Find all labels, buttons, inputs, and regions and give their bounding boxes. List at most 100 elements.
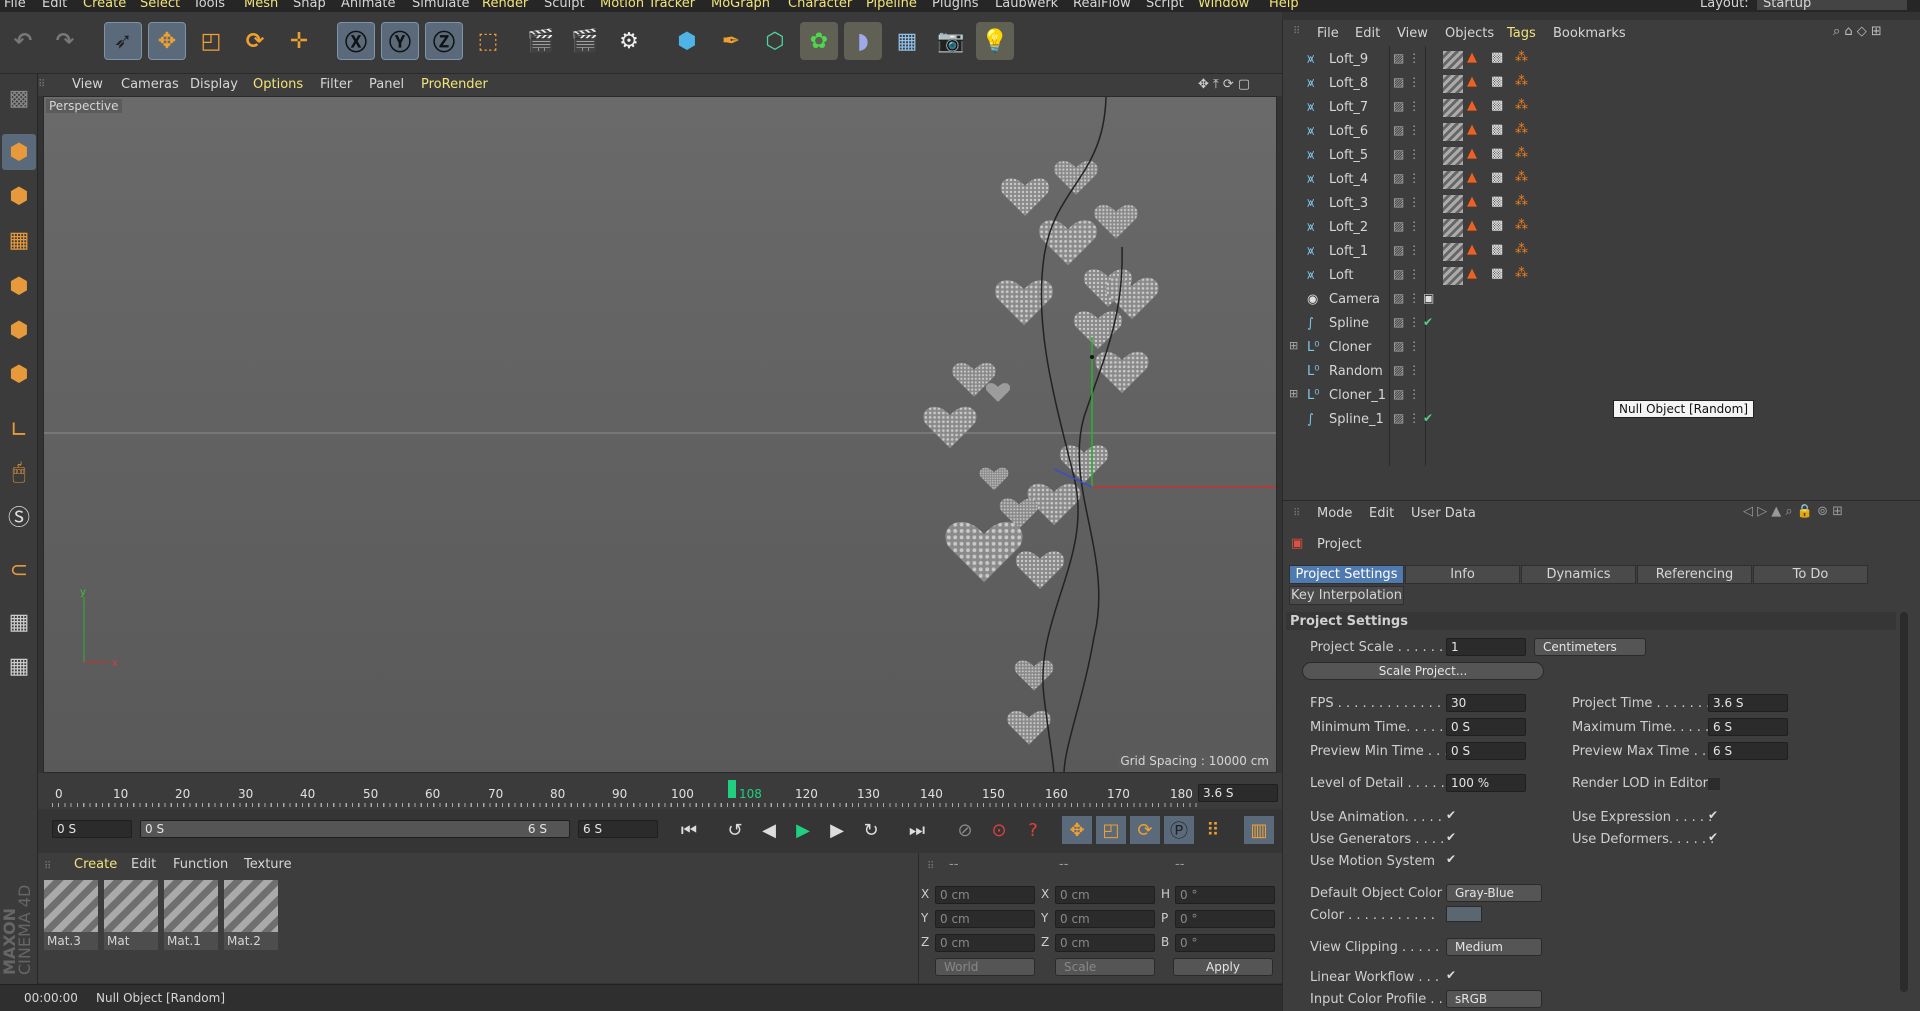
timeline-window-icon[interactable]: ▥	[1244, 816, 1274, 844]
object-row[interactable]: L⁰ Random ▨ ⋮	[1283, 360, 1920, 384]
menu-tools[interactable]: Tools	[193, 0, 225, 11]
position-z-field[interactable]: 0 cm	[935, 934, 1035, 952]
menu-render[interactable]: Render	[482, 0, 528, 11]
menu-plugins[interactable]: Plugins	[932, 0, 979, 11]
use-deformers-checkbox[interactable]: ✔	[1708, 831, 1720, 844]
vp-menu-options[interactable]: Options	[253, 77, 303, 92]
viewport-navigation-icon[interactable]: ✥ ⤒ ⟳ ▢	[1198, 77, 1250, 92]
project-time-field[interactable]: 3.6 S	[1708, 694, 1788, 712]
attr-menu-user-data[interactable]: User Data	[1411, 506, 1476, 521]
tweak-mode-icon[interactable]: 🖱	[2, 454, 36, 490]
floor-icon[interactable]: ▦	[888, 22, 926, 60]
layout-dropdown[interactable]: Startup	[1757, 0, 1907, 11]
rotation-p-field[interactable]: 0 °	[1175, 910, 1275, 928]
coordinate-system-icon[interactable]: ⬚	[469, 22, 507, 60]
project-scale-field[interactable]: 1	[1446, 638, 1526, 656]
obj-menu-file[interactable]: File	[1317, 26, 1339, 41]
vp-menu-cameras[interactable]: Cameras	[121, 77, 179, 92]
z-axis-icon[interactable]: Ⓩ	[425, 22, 463, 60]
size-z-field[interactable]: 0 cm	[1055, 934, 1155, 952]
previous-key-icon[interactable]: ↺	[720, 816, 750, 844]
obj-menu-tags[interactable]: Tags	[1507, 26, 1536, 41]
texture-mode-icon[interactable]: ⬢	[2, 178, 36, 214]
start-time-field[interactable]: 0 S	[52, 820, 132, 838]
menu-create[interactable]: Create	[83, 0, 126, 11]
x-axis-icon[interactable]: Ⓧ	[337, 22, 375, 60]
view-clipping-dropdown[interactable]: Medium	[1446, 938, 1542, 956]
object-row[interactable]: ⩙ Loft_4 ▨ ⋮ ▲ ▩ ⁂	[1283, 168, 1920, 192]
go-to-start-icon[interactable]: ⏮	[674, 816, 704, 844]
object-row[interactable]: ⩙ Loft_7 ▨ ⋮ ▲ ▩ ⁂	[1283, 96, 1920, 120]
use-generators-checkbox[interactable]: ✔	[1446, 831, 1458, 844]
lock-workplane-icon[interactable]: ▦	[2, 604, 36, 640]
attr-scrollbar[interactable]	[1900, 612, 1908, 992]
tab-info[interactable]: Info	[1405, 565, 1520, 584]
lod-field[interactable]: 100 %	[1446, 774, 1526, 792]
planar-workplane-icon[interactable]: ▦	[2, 648, 36, 684]
object-row[interactable]: ⩙ Loft ▨ ⋮ ▲ ▩ ⁂	[1283, 264, 1920, 288]
scale-mode-dropdown[interactable]: Scale	[1055, 958, 1155, 976]
position-y-field[interactable]: 0 cm	[935, 910, 1035, 928]
points-mode-icon[interactable]: ⬢	[2, 268, 36, 304]
subdivision-icon[interactable]: ⬡	[756, 22, 794, 60]
live-selection-icon[interactable]: ➶	[104, 22, 142, 60]
coordinate-space-dropdown[interactable]: World	[935, 958, 1035, 976]
apply-button[interactable]: Apply	[1173, 958, 1273, 976]
object-row[interactable]: ∫ Spline ▨ ⋮ ✔	[1283, 312, 1920, 336]
obj-menu-view[interactable]: View	[1397, 26, 1428, 41]
default-object-color-dropdown[interactable]: Gray-Blue	[1446, 884, 1542, 902]
end-time-field[interactable]: 6 S	[578, 820, 658, 838]
size-x-field[interactable]: 0 cm	[1055, 886, 1155, 904]
mat-menu-create[interactable]: Create	[74, 857, 117, 872]
material-item[interactable]: Mat.2	[224, 880, 278, 950]
input-color-profile-dropdown[interactable]: sRGB	[1446, 990, 1542, 1008]
autokeying-icon[interactable]: ⊙	[984, 816, 1014, 844]
model-mode-icon[interactable]: ⬢	[2, 134, 36, 170]
preview-min-field[interactable]: 0 S	[1446, 742, 1526, 760]
menu-mesh[interactable]: Mesh	[244, 0, 278, 11]
keyframe-selection-icon[interactable]: ?	[1018, 816, 1048, 844]
deformer-icon[interactable]: ◗	[844, 22, 882, 60]
redo-icon[interactable]: ↷	[46, 22, 84, 60]
rotate-icon[interactable]: ⟳	[236, 22, 274, 60]
tab-key-interpolation[interactable]: Key Interpolation	[1289, 586, 1404, 605]
key-position-icon[interactable]: ✥	[1062, 816, 1092, 844]
cube-icon[interactable]: ⬢	[668, 22, 706, 60]
menu-window[interactable]: Window	[1198, 0, 1249, 11]
menu-character[interactable]: Character	[788, 0, 852, 11]
make-editable-icon[interactable]: ▩	[2, 80, 36, 116]
move-icon[interactable]: ✥	[148, 22, 186, 60]
object-row[interactable]: ⊞ L⁰ Cloner_1 ▨ ⋮	[1283, 384, 1920, 408]
menu-sculpt[interactable]: Sculpt	[544, 0, 585, 11]
range-slider[interactable]: 0 S 6 S	[140, 820, 570, 838]
render-settings-icon[interactable]: ⚙	[610, 22, 648, 60]
object-row[interactable]: ⩙ Loft_9 ▨ ⋮ ▲ ▩ ⁂	[1283, 48, 1920, 72]
menu-laubwerk[interactable]: Laubwerk	[995, 0, 1058, 11]
edges-mode-icon[interactable]: ⬢	[2, 312, 36, 348]
expand-icon[interactable]: ⊞	[1289, 387, 1298, 400]
units-dropdown[interactable]: Centimeters	[1534, 638, 1646, 656]
tab-referencing[interactable]: Referencing	[1637, 565, 1752, 584]
size-y-field[interactable]: 0 cm	[1055, 910, 1155, 928]
fps-field[interactable]: 30	[1446, 694, 1526, 712]
obj-manager-toolbar-icons[interactable]: ⌕ ⌂ ◇ ⊞	[1833, 24, 1882, 39]
obj-menu-bookmarks[interactable]: Bookmarks	[1553, 26, 1626, 41]
scale-icon[interactable]: ◰	[192, 22, 230, 60]
key-rotation-icon[interactable]: ⟳	[1130, 816, 1160, 844]
obj-menu-edit[interactable]: Edit	[1355, 26, 1380, 41]
render-lod-checkbox[interactable]	[1708, 778, 1720, 790]
axis-mode-icon[interactable]: ∟	[2, 412, 36, 448]
object-row[interactable]: ⩙ Loft_5 ▨ ⋮ ▲ ▩ ⁂	[1283, 144, 1920, 168]
mograph-cloner-icon[interactable]: ✿	[800, 22, 838, 60]
menu-mograph[interactable]: MoGraph	[711, 0, 770, 11]
attr-menu-edit[interactable]: Edit	[1369, 506, 1394, 521]
object-row[interactable]: ◉ Camera ▨ ⋮ ▣	[1283, 288, 1920, 312]
object-row[interactable]: ⩙ Loft_2 ▨ ⋮ ▲ ▩ ⁂	[1283, 216, 1920, 240]
color-swatch[interactable]	[1446, 906, 1482, 922]
mat-menu-function[interactable]: Function	[173, 857, 228, 872]
camera-icon[interactable]: 📷	[932, 22, 970, 60]
playhead[interactable]	[728, 780, 736, 798]
object-row[interactable]: ⩙ Loft_1 ▨ ⋮ ▲ ▩ ⁂	[1283, 240, 1920, 264]
light-icon[interactable]: 💡	[976, 22, 1014, 60]
max-time-field[interactable]: 6 S	[1708, 718, 1788, 736]
